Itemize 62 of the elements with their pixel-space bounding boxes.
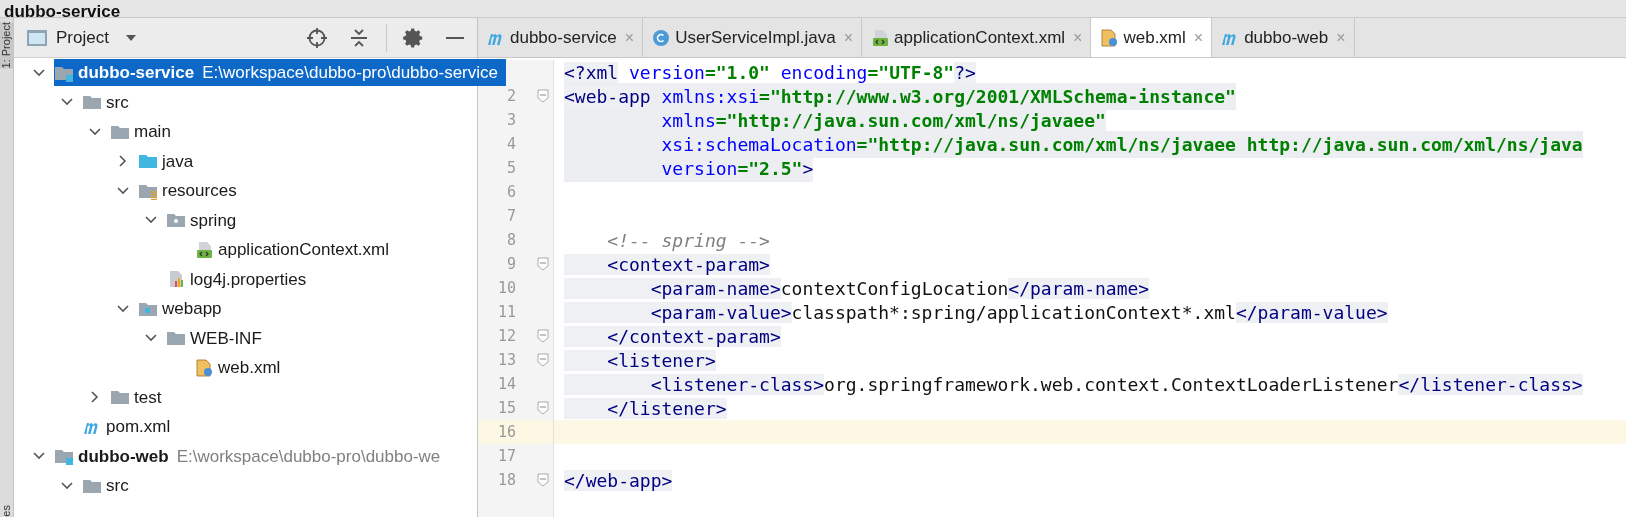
tree-item[interactable]: web.xml [194, 354, 289, 382]
line-number: 6 [505, 181, 516, 203]
line-number: 13 [496, 349, 516, 371]
tree-item[interactable]: resources [138, 177, 245, 205]
line-number: 14 [496, 373, 516, 395]
line-number: 9 [505, 253, 516, 275]
code-line: <!-- spring --> [606, 228, 770, 253]
folder-icon [82, 93, 102, 112]
tree-item[interactable]: src [82, 472, 137, 500]
line-number: 3 [505, 109, 516, 131]
tree-item[interactable]: dubbo-service E:\workspace\dubbo-pro\dubbo-service [54, 59, 506, 87]
code-line: <listener-class>org.springframework.web.context.ContextLoaderListener</listener-class> [564, 370, 1583, 398]
breadcrumb-item[interactable]: dubbo-service [0, 3, 121, 17]
folder-icon [110, 388, 130, 407]
xml-file-icon [194, 240, 214, 259]
side-tab[interactable]: 1: Project [0, 22, 13, 69]
line-number: 12 [496, 325, 516, 347]
tree-item[interactable]: java [138, 147, 202, 175]
tree-item[interactable]: log4j.properties [166, 265, 315, 293]
line-number: 15 [496, 397, 516, 419]
module-folder-icon [54, 447, 74, 466]
xml-file-icon [870, 28, 891, 47]
fold-marker-icon[interactable] [537, 257, 549, 271]
class-icon [651, 28, 672, 47]
line-number: 5 [505, 157, 516, 179]
locate-icon[interactable] [306, 26, 328, 49]
xml-file-icon [1099, 28, 1120, 47]
line-number: 10 [496, 277, 516, 299]
tree-item[interactable]: WEB-INF [166, 324, 270, 352]
line-number: 11 [496, 301, 516, 323]
tree-item[interactable]: pom.xml [82, 413, 179, 441]
panel-title[interactable]: Project [56, 24, 109, 51]
line-number: 16 [496, 421, 516, 443]
code-line: <?xml version="1.0" encoding="UTF-8"?> [564, 60, 976, 85]
folder-icon [138, 152, 158, 171]
folder-icon [166, 329, 186, 348]
package-folder-icon [166, 211, 186, 230]
line-number: 2 [505, 85, 516, 107]
tree-item[interactable]: spring [166, 206, 245, 234]
side-tab[interactable]: es [0, 505, 13, 517]
fold-marker-icon[interactable] [537, 401, 549, 415]
dropdown-caret-icon[interactable] [124, 33, 137, 42]
fold-marker-icon[interactable] [537, 89, 549, 103]
tree-item[interactable]: dubbo-web E:\workspace\dubbo-pro\dubbo-we [54, 442, 449, 470]
line-number: 7 [505, 205, 516, 227]
tree-item[interactable]: main [110, 118, 179, 146]
project-window-icon [26, 28, 48, 47]
tree-item[interactable]: test [110, 383, 170, 411]
tree-item[interactable]: src [82, 88, 137, 116]
line-number: 18 [496, 469, 516, 491]
fold-marker-icon[interactable] [537, 473, 549, 487]
editor-tab[interactable]: web.xml × [1091, 18, 1213, 57]
fold-marker-icon[interactable] [537, 329, 549, 343]
line-number: 8 [505, 229, 516, 251]
fold-marker-icon[interactable] [537, 353, 549, 367]
tree-item[interactable]: applicationContext.xml [194, 236, 398, 264]
line-number: 4 [505, 133, 516, 155]
settings-icon[interactable] [403, 26, 425, 49]
xml-file-icon [194, 358, 214, 377]
tree-item[interactable]: webapp [138, 295, 230, 323]
collapse-all-icon[interactable] [348, 26, 370, 49]
line-number: 17 [496, 445, 516, 467]
